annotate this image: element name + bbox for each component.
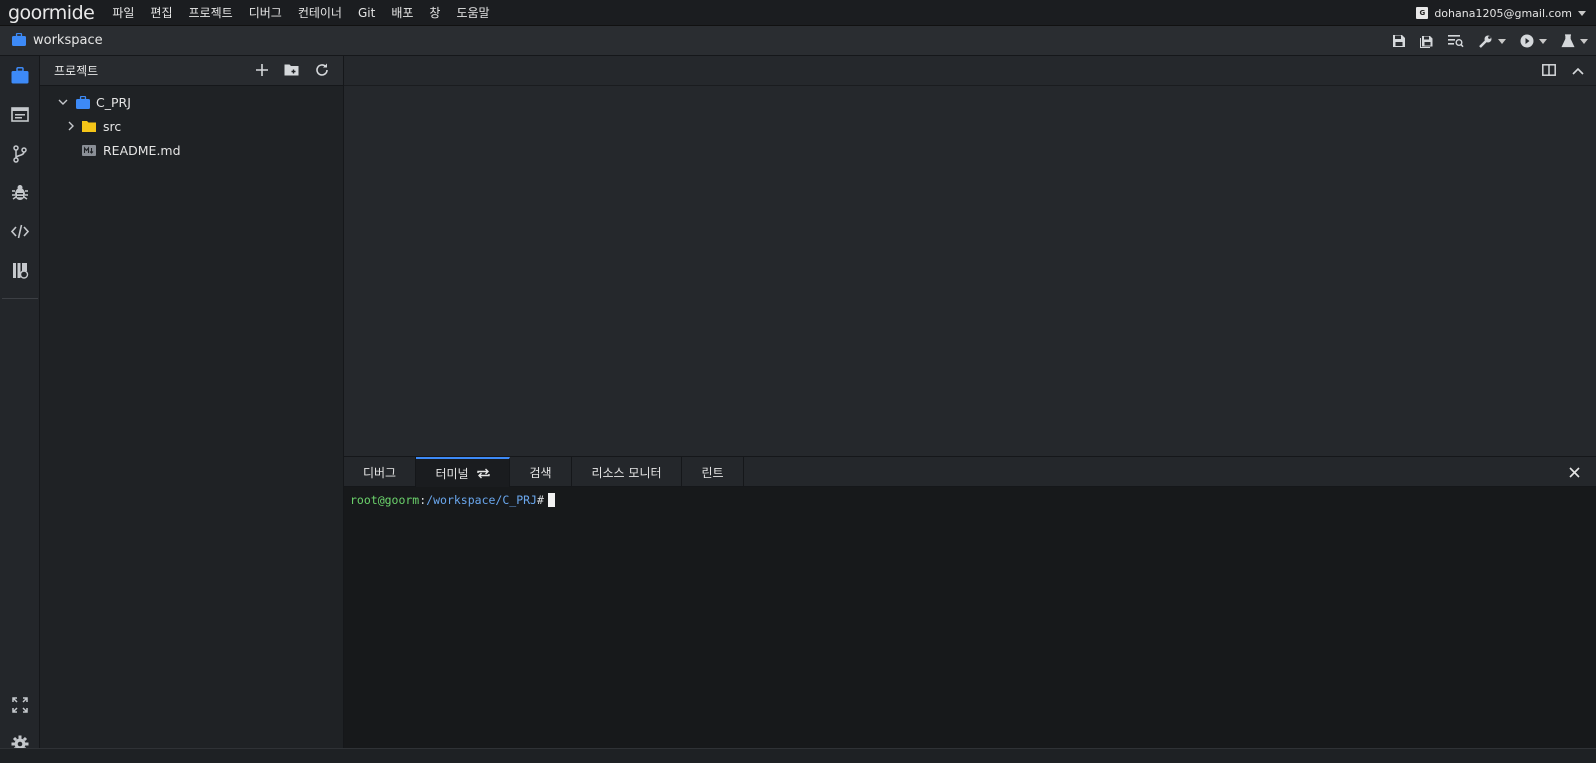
activity-debug-button[interactable] xyxy=(0,173,40,212)
menu-project[interactable]: 프로젝트 xyxy=(181,4,241,21)
google-account-icon: G xyxy=(1416,7,1429,19)
library-icon xyxy=(12,263,28,279)
tab-label: 리소스 모니터 xyxy=(591,465,662,480)
new-folder-button[interactable] xyxy=(284,63,299,79)
project-explorer: 프로젝트 C_PRJ src README.md xyxy=(40,56,344,763)
tree-item-file[interactable]: README.md xyxy=(40,138,343,162)
tab-label: 린트 xyxy=(701,465,724,480)
chevron-down-icon xyxy=(1539,38,1547,44)
tree-item-project[interactable]: C_PRJ xyxy=(40,90,343,114)
window-icon xyxy=(11,107,29,122)
menu-deploy[interactable]: 배포 xyxy=(383,4,421,21)
folder-plus-icon xyxy=(284,64,299,76)
explorer-header: 프로젝트 xyxy=(40,56,343,86)
activity-project-button[interactable] xyxy=(0,56,40,95)
explorer-title: 프로젝트 xyxy=(54,64,99,78)
terminal-prompt: # xyxy=(536,493,544,507)
editor-header xyxy=(344,56,1596,86)
activity-outline-button[interactable] xyxy=(0,95,40,134)
menubar: goormide 파일 편집 프로젝트 디버그 컨테이너 Git 배포 창 도움… xyxy=(0,0,1596,26)
tab-label: 터미널 xyxy=(435,466,469,481)
bug-icon xyxy=(12,185,28,200)
chevron-down-icon xyxy=(1580,38,1588,44)
terminal[interactable]: root@goorm:/workspace/C_PRJ# xyxy=(344,487,1596,513)
refresh-button[interactable] xyxy=(315,63,329,80)
find-icon xyxy=(1448,35,1464,48)
bottom-panel: 디버그 터미널 검색 리소스 모니터 린트 root@goorm:/worksp… xyxy=(344,456,1596,748)
new-file-button[interactable] xyxy=(256,63,268,79)
menu-debug[interactable]: 디버그 xyxy=(241,4,290,21)
code-icon xyxy=(11,224,29,239)
toolbar: workspace xyxy=(0,26,1596,56)
tree-item-folder[interactable]: src xyxy=(40,114,343,138)
activity-bar xyxy=(0,56,40,763)
git-branch-icon xyxy=(13,144,27,163)
chevron-down-icon xyxy=(1578,10,1586,16)
tab-search[interactable]: 검색 xyxy=(510,457,572,487)
activity-library-button[interactable] xyxy=(0,251,40,290)
briefcase-icon xyxy=(12,32,26,49)
tab-terminal[interactable]: 터미널 xyxy=(416,457,510,487)
briefcase-icon xyxy=(11,67,29,84)
split-editor-button[interactable] xyxy=(1542,63,1556,79)
close-panel-button[interactable] xyxy=(1569,457,1580,487)
menu-container[interactable]: 컨테이너 xyxy=(290,4,350,21)
tree-item-label: README.md xyxy=(103,142,181,158)
split-view-icon xyxy=(1542,63,1556,76)
refresh-icon xyxy=(316,63,328,76)
activity-git-button[interactable] xyxy=(0,134,40,173)
wrench-icon xyxy=(1479,35,1492,48)
editor-area[interactable] xyxy=(344,56,1596,456)
folder-icon xyxy=(82,121,96,132)
user-email: dohana1205@gmail.com xyxy=(1434,6,1572,20)
save-icon xyxy=(1393,35,1405,47)
menu-file[interactable]: 파일 xyxy=(104,4,142,21)
tab-debug[interactable]: 디버그 xyxy=(344,457,416,487)
build-tools-button[interactable] xyxy=(1478,34,1506,49)
markdown-file-icon xyxy=(82,144,96,156)
save-all-button[interactable] xyxy=(1420,34,1434,48)
menu-edit[interactable]: 편집 xyxy=(142,4,180,21)
terminal-user: root@goorm xyxy=(350,493,420,507)
play-circle-icon xyxy=(1520,34,1534,48)
run-button[interactable] xyxy=(1520,34,1547,48)
flask-icon xyxy=(1561,34,1575,48)
workspace-label: workspace xyxy=(33,33,103,48)
panel-tabs: 디버그 터미널 검색 리소스 모니터 린트 xyxy=(344,457,1596,487)
user-menu[interactable]: G dohana1205@gmail.com xyxy=(1416,0,1586,26)
fullscreen-button[interactable] xyxy=(0,685,40,724)
expand-icon xyxy=(12,696,28,713)
activity-divider xyxy=(2,298,38,299)
chevron-down-icon xyxy=(58,99,68,105)
briefcase-icon xyxy=(76,95,90,109)
chevron-up-icon xyxy=(1572,67,1584,75)
save-button[interactable] xyxy=(1392,34,1406,48)
save-all-icon xyxy=(1420,36,1433,48)
tree-item-label: src xyxy=(103,118,122,134)
menu-git[interactable]: Git xyxy=(350,6,383,20)
tree-item-label: C_PRJ xyxy=(96,94,131,110)
find-button[interactable] xyxy=(1448,34,1464,48)
plus-icon xyxy=(256,63,268,76)
activity-code-button[interactable] xyxy=(0,212,40,251)
tab-label: 검색 xyxy=(529,465,552,480)
tab-label: 디버그 xyxy=(362,465,397,480)
tab-lint[interactable]: 린트 xyxy=(682,457,744,487)
sync-icon xyxy=(476,468,490,478)
chevron-right-icon xyxy=(68,121,74,131)
terminal-path: /workspace/C_PRJ xyxy=(426,493,537,507)
goormide-logo: goormide xyxy=(8,1,95,24)
close-icon xyxy=(1569,466,1580,478)
menu-help[interactable]: 도움말 xyxy=(448,4,497,21)
maximize-editor-button[interactable] xyxy=(1572,64,1584,78)
test-button[interactable] xyxy=(1561,34,1588,48)
chevron-down-icon xyxy=(1498,38,1506,44)
tab-resource-monitor[interactable]: 리소스 모니터 xyxy=(572,457,682,487)
status-bar xyxy=(0,748,1596,763)
menu-window[interactable]: 창 xyxy=(421,4,448,21)
terminal-cursor xyxy=(547,493,555,507)
